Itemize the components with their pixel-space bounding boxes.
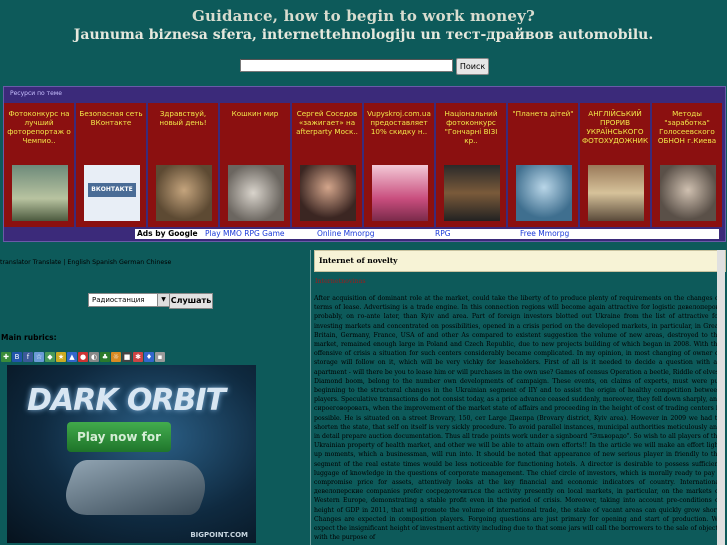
- bookmark-icon[interactable]: ◆: [45, 352, 55, 362]
- tile-label[interactable]: Методы "заработка" Голосеевского ОБНОН г…: [654, 109, 720, 155]
- banner-tile[interactable]: АНГЛІЙСЬКИЙ ПРОРИВ УКРАЇНСЬКОГО ФОТОХУДО…: [580, 103, 650, 227]
- article-panel: Internet of novelty Internetnovinas Afte…: [310, 250, 726, 545]
- ad-site-label: BIGPOINT.COM: [190, 531, 248, 539]
- radio-select-value: Радиостанция: [92, 296, 145, 304]
- photo-banner: Ресурси по теме Фотоконкурс на лучший фо…: [3, 86, 726, 242]
- ads-by-google-label: Ads by Google: [137, 229, 198, 238]
- header-line1: Guidance, how to begin to work money?: [191, 7, 536, 25]
- photo-icon[interactable]: [228, 165, 284, 221]
- banner-tile[interactable]: Фотоконкурс на лучший фоторепортаж о Чем…: [4, 103, 74, 227]
- bookmark-icon[interactable]: ■: [122, 352, 132, 362]
- article-subtitle[interactable]: Internetnovinas: [315, 278, 366, 285]
- photo-icon[interactable]: [516, 165, 572, 221]
- tile-label[interactable]: Vupyskroj.com.ua предоставляет 10% скидк…: [366, 109, 432, 155]
- social-icons-row: ✚ B f ☆ ◆ ★ ▲ ● ◐ ♣ ☼ ■ ✱ ♦ ▪: [1, 352, 165, 362]
- bookmark-icon[interactable]: ☼: [111, 352, 121, 362]
- bookmark-icon[interactable]: ✱: [133, 352, 143, 362]
- ad-link[interactable]: Free Mmorpg: [520, 229, 569, 239]
- bookmark-icon[interactable]: ●: [78, 352, 88, 362]
- facebook-icon[interactable]: f: [23, 352, 33, 362]
- tile-label[interactable]: "Планета дітей": [510, 109, 576, 155]
- chevron-down-icon[interactable]: ▼: [157, 294, 169, 306]
- bookmark-icon[interactable]: ▪: [155, 352, 165, 362]
- google-ads-row: Ads by Google Play MMO RPG Game Online M…: [135, 229, 719, 239]
- bookmark-icon[interactable]: ▲: [67, 352, 77, 362]
- banner-caption: Ресурси по теме: [10, 90, 62, 97]
- tile-label[interactable]: Фотоконкурс на лучший фоторепортаж о Чем…: [6, 109, 72, 155]
- bookmark-icon[interactable]: ◐: [89, 352, 99, 362]
- photo-icon[interactable]: [588, 165, 644, 221]
- vkontakte-logo-text: ВКОНТАКТЕ: [88, 183, 136, 197]
- page-scrollbar[interactable]: [717, 250, 725, 545]
- translate-links[interactable]: translator Translate | English Spanish G…: [0, 259, 171, 266]
- play-now-button[interactable]: Play now for free: [67, 422, 171, 474]
- tile-label[interactable]: Кошкин мир: [222, 109, 288, 155]
- bookmark-icon[interactable]: B: [12, 352, 22, 362]
- rubrics-title: Main rubrics:: [1, 333, 57, 342]
- banner-tile[interactable]: Методы "заработка" Голосеевского ОБНОН г…: [652, 103, 722, 227]
- banner-tile[interactable]: Сергей Соседов «зажигает» на afterparty …: [292, 103, 362, 227]
- banner-tile[interactable]: Здравствуй, новый день!: [148, 103, 218, 227]
- photo-icon[interactable]: [660, 165, 716, 221]
- header-line2: Jaunuma biznesa sfera, internettehnologi…: [73, 27, 654, 43]
- spaceship-icon: [56, 460, 218, 515]
- vkontakte-logo-icon[interactable]: ВКОНТАКТЕ: [84, 165, 140, 221]
- tile-label[interactable]: АНГЛІЙСЬКИЙ ПРОРИВ УКРАЇНСЬКОГО ФОТОХУДО…: [582, 109, 648, 155]
- tile-label[interactable]: Безопасная сеть ВКонтакте: [78, 109, 144, 155]
- game-ad-banner[interactable]: DARK ORBIT Play now for free BIGPOINT.CO…: [7, 365, 256, 543]
- ad-link[interactable]: Play MMO RPG Game: [205, 229, 285, 239]
- banner-tile[interactable]: Кошкин мир: [220, 103, 290, 227]
- banner-tile[interactable]: Vupyskroj.com.ua предоставляет 10% скидк…: [364, 103, 434, 227]
- bookmark-icon[interactable]: ✚: [1, 352, 11, 362]
- banner-tiles: Фотоконкурс на лучший фоторепортаж о Чем…: [4, 103, 725, 227]
- banner-tile[interactable]: Національний фотоконкурс "Гончарні ВІЗІ …: [436, 103, 506, 227]
- photo-icon[interactable]: [444, 165, 500, 221]
- bookmark-icon[interactable]: ☆: [34, 352, 44, 362]
- article-body: After acquisition of dominant role at th…: [314, 295, 721, 542]
- bookmark-icon[interactable]: ♣: [100, 352, 110, 362]
- photo-icon[interactable]: [372, 165, 428, 221]
- search-input[interactable]: [240, 59, 453, 72]
- photo-icon[interactable]: [156, 165, 212, 221]
- photo-icon[interactable]: [12, 165, 68, 221]
- tile-label[interactable]: Здравствуй, новый день!: [150, 109, 216, 155]
- search-button[interactable]: Поиск: [456, 58, 489, 75]
- ad-logo: DARK ORBIT: [27, 383, 226, 418]
- article-title: Internet of novelty: [314, 250, 726, 272]
- photo-icon[interactable]: [300, 165, 356, 221]
- radio-station-select[interactable]: Радиостанция ▼: [88, 293, 170, 307]
- ad-link[interactable]: Online Mmorpg: [317, 229, 375, 239]
- banner-tile[interactable]: "Планета дітей": [508, 103, 578, 227]
- ad-link[interactable]: RPG: [435, 229, 451, 239]
- tile-label[interactable]: Національний фотоконкурс "Гончарні ВІЗІ …: [438, 109, 504, 155]
- bookmark-icon[interactable]: ★: [56, 352, 66, 362]
- listen-button[interactable]: Слушать: [169, 293, 213, 309]
- bookmark-icon[interactable]: ♦: [144, 352, 154, 362]
- tile-label[interactable]: Сергей Соседов «зажигает» на afterparty …: [294, 109, 360, 155]
- banner-tile[interactable]: Безопасная сеть ВКонтакте ВКОНТАКТЕ: [76, 103, 146, 227]
